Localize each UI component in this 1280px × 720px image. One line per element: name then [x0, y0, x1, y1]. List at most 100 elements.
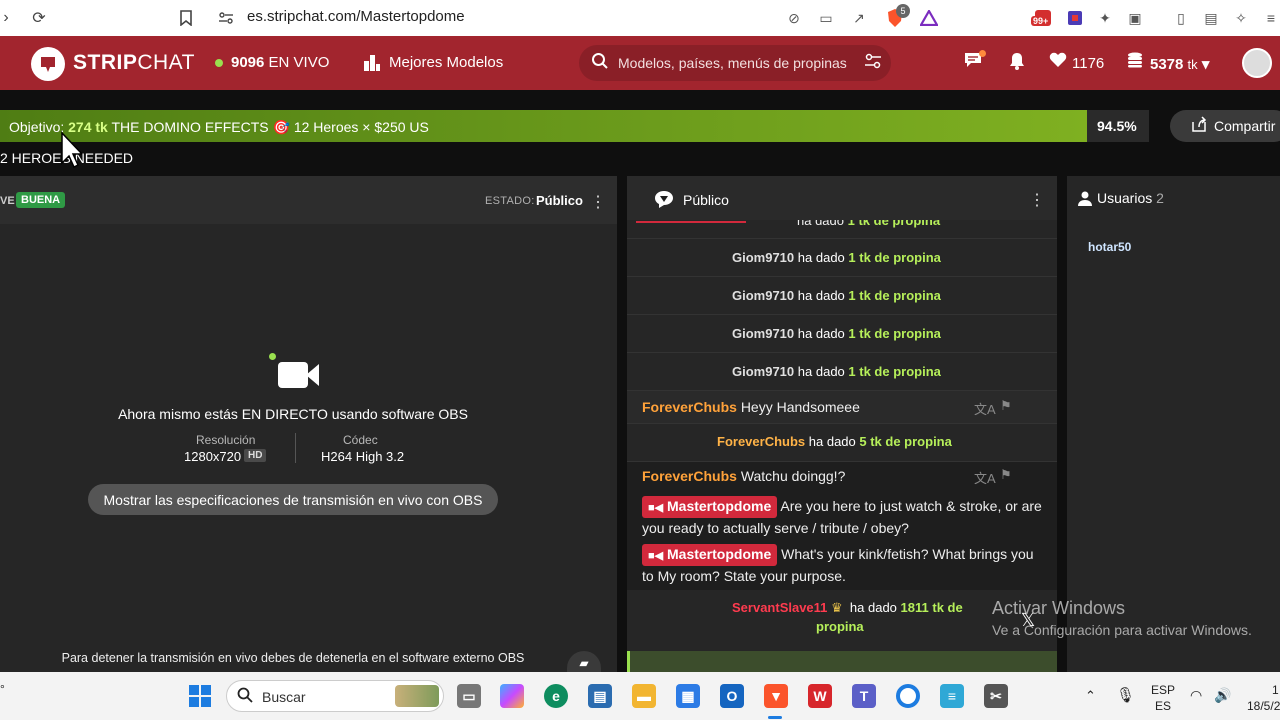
screenshot-icon[interactable]: ▣: [1124, 7, 1146, 29]
edge-browser-icon[interactable]: e: [544, 684, 568, 708]
chat-highlight-strip: [627, 651, 1057, 672]
avatar[interactable]: [1242, 48, 1272, 78]
tokens-coins-icon[interactable]: [1126, 52, 1144, 73]
install-app-icon[interactable]: ▭: [815, 7, 837, 29]
wallet-icon[interactable]: ▤: [1200, 7, 1222, 29]
forward-icon[interactable]: ›: [0, 6, 18, 30]
reload-icon[interactable]: ⟳: [27, 6, 51, 30]
microphone-icon[interactable]: 🎙: [1116, 686, 1135, 704]
clock-time[interactable]: 1: [1272, 683, 1279, 697]
model-name-badge[interactable]: ■◀ Mastertopdome: [642, 496, 778, 518]
chat-tab-public[interactable]: Público: [683, 192, 729, 208]
activate-windows-watermark: Activar Windows: [992, 598, 1126, 618]
user-list-item[interactable]: hotar50: [1088, 240, 1131, 254]
rewards-triangle-icon[interactable]: [918, 7, 940, 29]
hd-badge: HD: [244, 449, 267, 462]
tip-message: Giom9710 ha dado 1 tk de propina: [732, 250, 941, 265]
favorites-heart-icon[interactable]: [1049, 52, 1067, 73]
tip-message: Giom9710 ha dado 1 tk de propina: [732, 288, 941, 303]
report-flag-icon[interactable]: ⚑: [1000, 398, 1012, 414]
leo-ai-icon[interactable]: ✧: [1230, 7, 1252, 29]
stripchat-logo[interactable]: STRIPCHAT: [73, 51, 195, 75]
share-button[interactable]: Compartir: [1170, 110, 1280, 142]
search-bar: [579, 45, 891, 81]
volume-icon[interactable]: 🔊: [1214, 687, 1231, 704]
file-explorer-icon[interactable]: ▬: [632, 684, 656, 708]
live-count[interactable]: 9096 EN VIVO: [231, 54, 329, 71]
ranking-icon: [363, 54, 381, 77]
stop-stream-message: Para detener la transmisión en vivo debe…: [61, 651, 525, 665]
camera-icon: [278, 362, 308, 388]
report-flag-icon[interactable]: ⚑: [1000, 467, 1012, 483]
language-bottom[interactable]: ES: [1155, 699, 1171, 713]
windows-taskbar: ° Buscar ▭ e ▤ ▬ ▦ O ▼ W T ≡ ✂ ⌃ 🎙 ESP E…: [0, 672, 1280, 720]
snipping-tool-icon[interactable]: ✂: [984, 684, 1008, 708]
favorites-count[interactable]: 1176: [1072, 55, 1104, 72]
microsoft-store-icon[interactable]: ▦: [676, 684, 700, 708]
notifications-bell-icon[interactable]: [1009, 52, 1025, 75]
status-label: ESTADO:: [485, 195, 535, 207]
translate-icon[interactable]: 文A: [974, 399, 996, 418]
bookmark-icon[interactable]: [174, 6, 198, 30]
partial-red-line: [636, 221, 746, 223]
filter-sliders-icon[interactable]: [864, 53, 882, 73]
extension-purple-icon[interactable]: [1064, 7, 1086, 29]
teams-icon[interactable]: T: [852, 684, 876, 708]
wifi-icon[interactable]: ◠: [1190, 687, 1202, 704]
language-top[interactable]: ESP: [1151, 683, 1175, 697]
brave-taskbar-icon[interactable]: ▼: [764, 684, 788, 708]
resolution-label: Resolución: [196, 433, 256, 447]
translate-icon[interactable]: 文A: [974, 468, 996, 487]
chat-options-icon[interactable]: ⋮: [1029, 190, 1045, 210]
model-chat-message: ■◀ Mastertopdome What's your kink/fetish…: [642, 544, 1034, 584]
model-name-badge[interactable]: ■◀ Mastertopdome: [642, 544, 778, 566]
site-header: STRIPCHAT 9096 EN VIVO Mejores Modelos 1…: [0, 36, 1280, 90]
copilot-icon[interactable]: [500, 684, 524, 708]
goal-progress-bar: Objetivo: 274 tk THE DOMINO EFFECTS 🎯 12…: [0, 110, 1087, 142]
status-value[interactable]: Público: [536, 193, 583, 208]
task-view-icon[interactable]: ▭: [457, 684, 481, 708]
tip-message: ForeverChubs ha dado 5 tk de propina: [717, 434, 952, 449]
search-input[interactable]: [618, 53, 858, 73]
live-status-message: Ahora mismo estás EN DIRECTO usando soft…: [118, 406, 468, 422]
messages-unread-dot: [979, 50, 986, 57]
notepad-icon[interactable]: ≡: [940, 684, 964, 708]
obs-specs-button[interactable]: Mostrar las especificaciones de transmis…: [88, 484, 498, 515]
codec-value: H264 High 3.2: [321, 449, 405, 464]
stripchat-logo-icon[interactable]: [31, 47, 65, 81]
token-balance[interactable]: 5378 tk ▾: [1150, 55, 1209, 73]
chat-tip-row: Giom9710 ha dado 1 tk de propina: [627, 352, 1057, 390]
cast-off-icon[interactable]: ⊘: [783, 7, 805, 29]
x-logo-icon: 𝕏: [1020, 610, 1036, 630]
ring-app-icon[interactable]: [896, 684, 920, 708]
share-page-icon[interactable]: ↗: [848, 7, 870, 29]
chat-tip-row: Giom9710 ha dado 1 tk de propina: [627, 276, 1057, 314]
quality-badge: BUENA: [16, 192, 66, 208]
extension-badge: 99+: [1031, 16, 1051, 26]
show-hidden-icons-chevron-icon[interactable]: ⌃: [1085, 688, 1096, 704]
chat-message: ForeverChubs Watchu doingg!?: [642, 468, 846, 484]
chat-message-row: ForeverChubs Watchu doingg!? 文A ⚑: [627, 461, 1057, 491]
sidebar-icon[interactable]: ▯: [1170, 7, 1192, 29]
desktop-app-icon[interactable]: ▤: [588, 684, 612, 708]
search-highlight-image: [395, 685, 439, 707]
model-chat-message: ■◀ Mastertopdome Are you here to just wa…: [642, 496, 1042, 536]
tip-message: ServantSlave11 ♛ ha dado 1811 tk de: [732, 600, 963, 615]
address-bar[interactable]: es.stripchat.com/Mastertopdome: [247, 8, 465, 25]
brave-badge: 5: [896, 4, 910, 18]
site-settings-icon[interactable]: [214, 6, 238, 30]
start-button-icon[interactable]: [189, 685, 211, 707]
best-models-link[interactable]: Mejores Modelos: [389, 54, 503, 71]
active-app-indicator: [768, 716, 782, 719]
menu-icon[interactable]: ≡: [1260, 7, 1280, 29]
codec-label: Códec: [343, 433, 378, 447]
outlook-icon[interactable]: O: [720, 684, 744, 708]
spec-divider: [295, 433, 296, 463]
extensions-puzzle-icon[interactable]: ✦: [1094, 7, 1116, 29]
chat-message-row: ForeverChubs Heyy Handsomeee 文A ⚑: [627, 390, 1057, 423]
clock-date[interactable]: 18/5/2: [1247, 699, 1280, 713]
taskbar-search[interactable]: Buscar: [226, 680, 444, 712]
wps-office-icon[interactable]: W: [808, 684, 832, 708]
resolution-value: 1280x720: [184, 449, 242, 464]
broadcast-options-icon[interactable]: ⋮: [590, 192, 606, 212]
